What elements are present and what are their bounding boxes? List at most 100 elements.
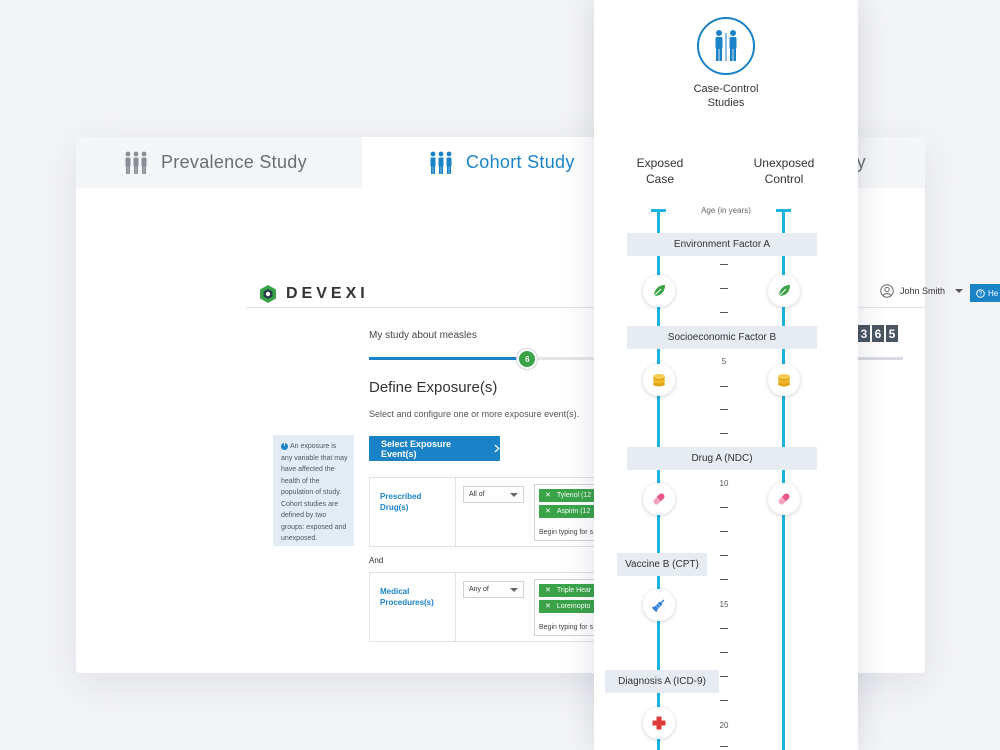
- remove-tag-icon[interactable]: ✕: [545, 587, 551, 594]
- user-name: John Smith: [900, 286, 946, 296]
- counter-digit: 5: [886, 325, 898, 342]
- help-button[interactable]: ? He: [970, 284, 1000, 302]
- logo-text: DEVEXI: [286, 285, 369, 302]
- age-tick: [720, 676, 728, 677]
- title-line: Studies: [707, 97, 745, 109]
- progress-step-indicator[interactable]: 6: [519, 351, 536, 367]
- age-tick: [720, 288, 728, 289]
- timeline-cap: [776, 209, 791, 212]
- selected-tag[interactable]: ✕ Tylenol (12: [539, 489, 599, 502]
- remove-tag-icon[interactable]: ✕: [545, 603, 551, 610]
- page-subtitle: Select and configure one or more exposur…: [369, 409, 580, 419]
- age-tick: [720, 409, 728, 410]
- case-control-badge: [697, 17, 755, 75]
- pill-icon[interactable]: [768, 483, 800, 515]
- chevron-down-icon: [510, 493, 518, 497]
- group-people-icon: [430, 151, 452, 174]
- case-control-title: Case-Control Studies: [594, 82, 858, 110]
- tab-prevalence-label: Prevalence Study: [161, 152, 307, 172]
- group-people-icon: [125, 151, 147, 174]
- leaf-glyph: [778, 285, 790, 297]
- remove-tag-icon[interactable]: ✕: [545, 508, 551, 515]
- factor-socioeconomic: Socioeconomic Factor B: [627, 326, 817, 349]
- info-callout: i An exposure is any variable that may ha…: [273, 435, 354, 546]
- devexi-logo[interactable]: DEVEXI: [258, 284, 369, 304]
- help-icon: ?: [976, 288, 985, 298]
- age-tick: [720, 652, 728, 653]
- typing-hint: Begin typing for s: [539, 624, 594, 631]
- age-tick: [720, 386, 728, 387]
- counter-track: [858, 357, 903, 360]
- syringe-icon[interactable]: [643, 589, 675, 621]
- progress-fill: [369, 357, 528, 360]
- row-divider: [455, 478, 456, 546]
- select-exposure-button[interactable]: Select Exposure Event(s): [369, 436, 500, 461]
- cross-glyph: [652, 716, 666, 730]
- info-text: An exposure is any variable that may hav…: [281, 443, 348, 542]
- tag-label: Aspirin (12: [556, 508, 591, 515]
- hexagon-logo-icon: [260, 285, 276, 303]
- selected-tag[interactable]: ✕ Loremopto: [539, 600, 599, 613]
- user-menu[interactable]: John Smith: [880, 284, 964, 298]
- leaf-icon[interactable]: [768, 275, 800, 307]
- coins-icon[interactable]: [768, 364, 800, 396]
- selected-tag[interactable]: ✕ Triple Hear: [539, 584, 599, 597]
- pill-glyph: [653, 493, 665, 505]
- factor-diagnosis: Diagnosis A (ICD-9): [605, 670, 719, 693]
- study-name: My study about measles: [369, 330, 477, 341]
- chevron-right-icon: [494, 444, 500, 453]
- tab-prevalence-study[interactable]: Prevalence Study: [123, 137, 307, 188]
- remove-tag-icon[interactable]: ✕: [545, 492, 551, 499]
- age-tick: [720, 312, 728, 313]
- counter-digit: 6: [872, 325, 884, 342]
- selected-tag[interactable]: ✕ Aspirin (12: [539, 505, 599, 518]
- leaf-icon[interactable]: [643, 275, 675, 307]
- page-title: Define Exposure(s): [369, 379, 498, 396]
- row-divider: [455, 573, 456, 641]
- age-tick: [720, 555, 728, 556]
- header-line: Unexposed: [753, 156, 815, 170]
- age-tick: [720, 531, 728, 532]
- age-tick: [720, 628, 728, 629]
- age-tick: [720, 579, 728, 580]
- pill-glyph: [778, 493, 790, 505]
- medical-cross-icon[interactable]: [643, 707, 675, 739]
- age-axis-label: Age (in years): [701, 206, 751, 215]
- tag-label: Tylenol (12: [556, 492, 592, 499]
- counter-digit: 3: [858, 325, 870, 342]
- coins-icon[interactable]: [643, 364, 675, 396]
- user-avatar-icon: [880, 284, 894, 298]
- age-tick: [720, 746, 728, 747]
- chevron-down-icon: [955, 289, 964, 293]
- operator-select[interactable]: Any of: [463, 581, 524, 598]
- criterion-row: Medical Procedures(s) Any of ✕ Triple Hea…: [369, 572, 634, 642]
- exposed-case-header: Exposed Case: [610, 155, 710, 187]
- age-tick: [720, 700, 728, 701]
- tab-cohort-label: Cohort Study: [466, 152, 575, 172]
- unexposed-control-header: Unexposed Control: [734, 155, 834, 187]
- two-people-icon: [715, 30, 737, 61]
- syringe-glyph: [651, 599, 665, 613]
- age-tick-label: 20: [719, 721, 729, 730]
- age-tick-label: 10: [719, 479, 729, 488]
- criterion-row: Prescribed Drug(s) All of ✕ Tylenol (12 ✕…: [369, 477, 634, 547]
- timeline-cap: [651, 209, 666, 212]
- coins-glyph: [653, 374, 665, 387]
- case-control-panel: Case-Control Studies Exposed Case Unexpo…: [594, 0, 858, 750]
- age-tick-label: 5: [721, 357, 727, 366]
- tag-label: Triple Hear: [556, 587, 592, 594]
- select-exposure-label: Select Exposure Event(s): [381, 438, 452, 459]
- patient-counter: 3 6 5: [858, 325, 898, 342]
- info-icon: i: [281, 442, 288, 450]
- header-line: Control: [764, 172, 804, 186]
- operator-value: Any of: [469, 586, 489, 593]
- tag-label: Loremopto: [556, 603, 591, 610]
- pill-icon[interactable]: [643, 483, 675, 515]
- header-line: Exposed: [636, 156, 684, 170]
- header-line: Case: [645, 172, 674, 186]
- chevron-down-icon: [510, 588, 518, 592]
- operator-select[interactable]: All of: [463, 486, 524, 503]
- criterion-label: Medical Procedures(s): [380, 587, 434, 607]
- criterion-label: Prescribed Drug(s): [380, 492, 422, 512]
- typing-hint: Begin typing for s: [539, 529, 594, 536]
